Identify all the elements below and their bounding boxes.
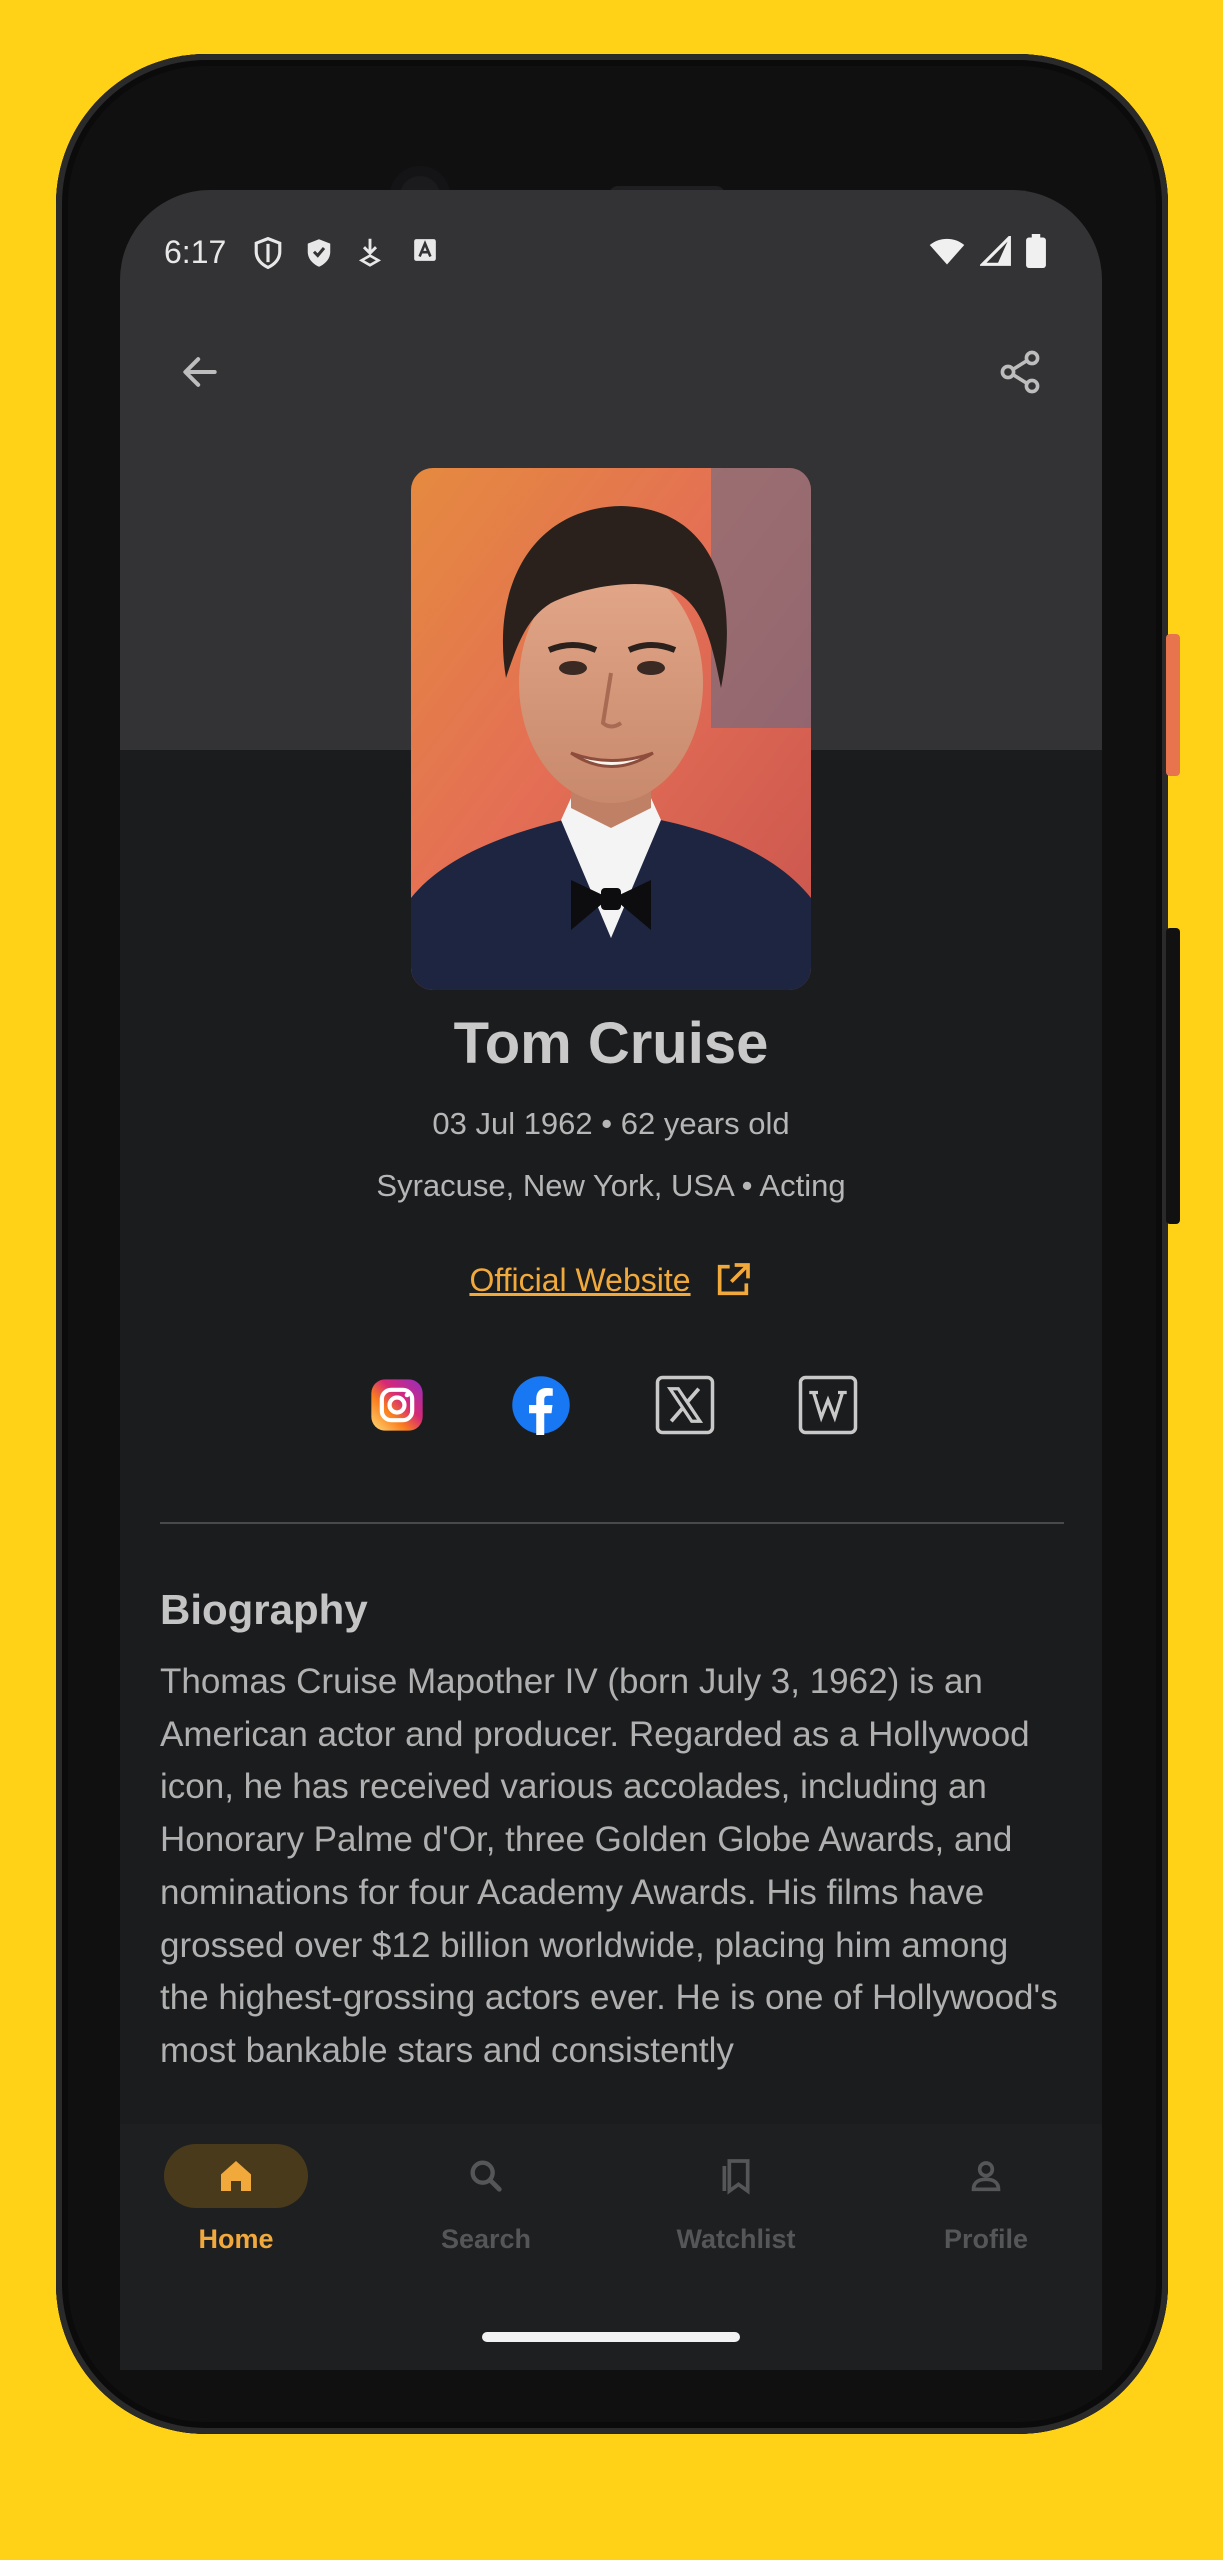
arrow-back-icon: [183, 357, 217, 387]
profile-photo: [411, 468, 811, 990]
nav-watchlist[interactable]: Watchlist: [642, 2124, 842, 2284]
x-icon: [655, 1375, 715, 1435]
nav-home[interactable]: Home: [142, 2124, 342, 2284]
birthplace-info: Syracuse, New York, USA • Acting: [376, 1168, 846, 1203]
facebook-button[interactable]: [510, 1374, 572, 1436]
volume-button: [1166, 928, 1180, 1224]
facebook-icon: [512, 1376, 570, 1435]
download-icon: [358, 236, 382, 273]
website-label[interactable]: Official Website: [469, 1262, 690, 1299]
wifi-icon: [928, 236, 966, 271]
open-external-icon: [717, 1263, 750, 1296]
share-icon: [1000, 350, 1040, 394]
signal-icon: [978, 233, 1012, 271]
home-icon: [221, 2161, 251, 2191]
section-divider: [160, 1522, 1064, 1524]
biography-heading: Biography: [160, 1586, 368, 1633]
shield-check-icon: [304, 236, 334, 275]
search-icon: [470, 2160, 502, 2192]
instagram-icon: [371, 1379, 423, 1431]
wikipedia-button[interactable]: [797, 1374, 859, 1436]
nav-watchlist-indicator: [664, 2144, 808, 2208]
nav-watchlist-label: Watchlist: [676, 2224, 796, 2254]
social-links: [120, 1374, 1102, 1436]
profile-icon: [971, 2161, 1001, 2192]
a-icon: [412, 236, 438, 269]
biography-text: Thomas Cruise Mapother IV (born July 3, …: [160, 1662, 1058, 2070]
top-app-bar: [120, 340, 1102, 420]
status-bar: 6:17: [120, 190, 1102, 300]
nav-search-indicator: [414, 2144, 558, 2208]
nav-profile-label: Profile: [943, 2224, 1029, 2254]
wikipedia-icon: [798, 1375, 858, 1435]
battery-icon: [1026, 234, 1046, 273]
app-screen: 6:17 Tom Cruise 03 Jul 1962 • 62 years o…: [120, 190, 1102, 2370]
watchlist-icon: [722, 2159, 750, 2195]
nav-profile[interactable]: Profile: [892, 2124, 1092, 2284]
person-name: Tom Cruise: [453, 1011, 769, 1076]
nav-profile-indicator: [914, 2144, 1058, 2208]
gesture-home-indicator[interactable]: [482, 2332, 740, 2342]
official-website-link[interactable]: Official Website: [120, 1260, 1102, 1300]
nav-search[interactable]: Search: [392, 2124, 592, 2284]
power-button: [1166, 634, 1180, 776]
birth-info: 03 Jul 1962 • 62 years old: [432, 1106, 790, 1141]
nav-search-label: Search: [440, 2224, 532, 2254]
nav-home-label: Home: [198, 2224, 274, 2254]
instagram-button[interactable]: [366, 1374, 428, 1436]
back-button[interactable]: [168, 340, 232, 404]
nav-home-indicator: [164, 2144, 308, 2208]
status-time: 6:17: [164, 234, 227, 270]
share-button[interactable]: [988, 340, 1052, 404]
shield-outline-icon: [252, 236, 284, 275]
x-button[interactable]: [654, 1374, 716, 1436]
